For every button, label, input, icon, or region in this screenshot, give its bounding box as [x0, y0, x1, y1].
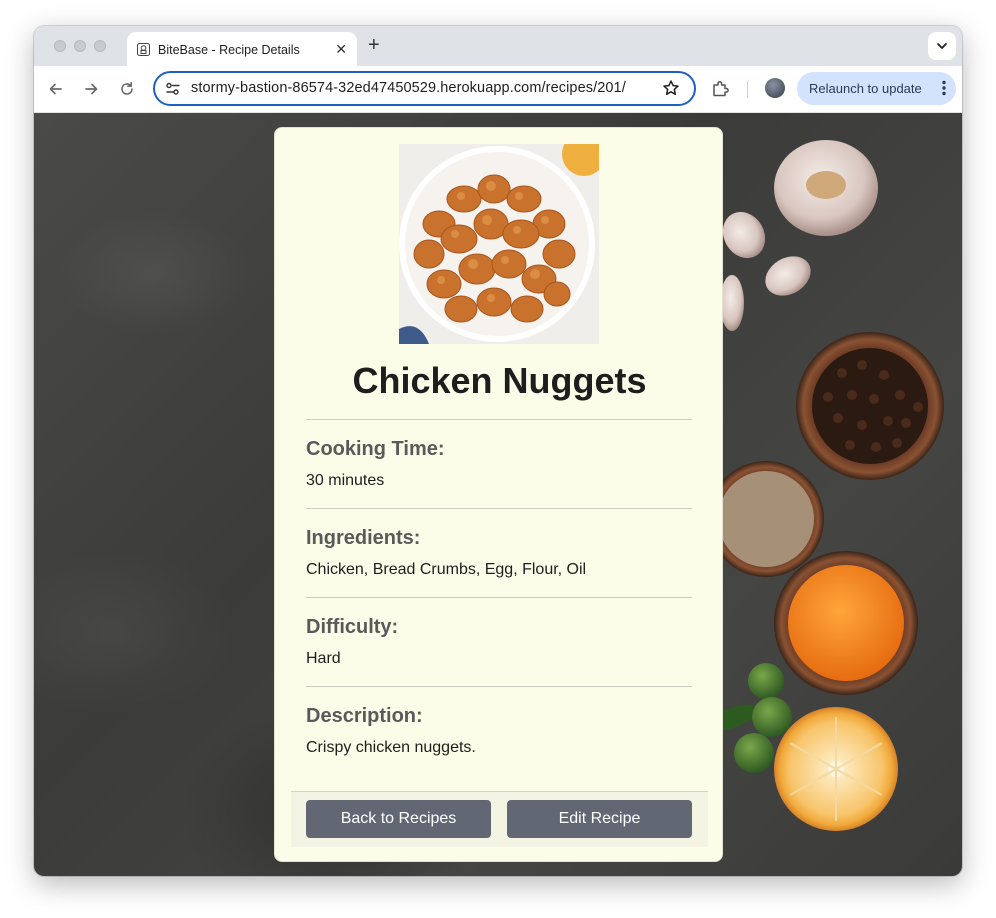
tab-search-button[interactable] [928, 32, 956, 60]
browser-window: BiteBase - Recipe Details ✕ + stormy-bas… [34, 26, 962, 876]
arrow-right-icon [85, 83, 98, 95]
back-nav-button[interactable] [46, 79, 66, 99]
cooking-time-heading: Cooking Time: [306, 438, 445, 460]
reload-button[interactable] [117, 79, 137, 99]
difficulty-section: Difficulty: Hard [306, 597, 692, 668]
description-heading: Description: [306, 705, 423, 727]
description-value: Crispy chicken nuggets. [306, 739, 476, 756]
url-text[interactable]: stormy-bastion-86574-32ed47450529.heroku… [191, 80, 626, 96]
address-bar[interactable]: stormy-bastion-86574-32ed47450529.heroku… [153, 71, 696, 106]
ingredients-section: Ingredients: Chicken, Bread Crumbs, Egg,… [306, 508, 692, 579]
new-tab-button[interactable]: + [368, 35, 380, 55]
page-content: Chicken Nuggets Cooking Time: 30 minutes… [34, 113, 962, 876]
reload-icon [121, 82, 133, 95]
ingredients-heading: Ingredients: [306, 527, 421, 549]
recipe-title: Chicken Nuggets [352, 360, 647, 401]
description-section: Description: Crispy chicken nuggets. [306, 686, 692, 757]
back-to-recipes-button[interactable]: Back to Recipes [306, 800, 491, 838]
cooking-time-section: Cooking Time: 30 minutes [306, 419, 692, 490]
forward-nav-button[interactable] [81, 79, 101, 99]
profile-avatar[interactable] [765, 78, 785, 98]
site-settings-icon[interactable] [165, 81, 181, 97]
relaunch-label: Relaunch to update [809, 81, 922, 96]
difficulty-heading: Difficulty: [306, 616, 399, 638]
bookmark-star-icon[interactable] [662, 79, 680, 97]
cooking-time-value: 30 minutes [306, 472, 385, 489]
ingredients-value: Chicken, Bread Crumbs, Egg, Flour, Oil [306, 561, 587, 578]
difficulty-value: Hard [306, 650, 341, 667]
recipe-card: Chicken Nuggets Cooking Time: 30 minutes… [274, 127, 723, 862]
relaunch-to-update-button[interactable]: Relaunch to update [797, 72, 956, 105]
zoom-window-button[interactable] [94, 40, 106, 52]
tab-recipe-details[interactable]: BiteBase - Recipe Details ✕ [127, 32, 357, 66]
close-window-button[interactable] [54, 40, 66, 52]
card-footer: Back to Recipes Edit Recipe [291, 791, 708, 847]
more-vertical-icon [942, 80, 946, 96]
recipe-photo [399, 144, 599, 344]
extensions-puzzle-icon[interactable] [710, 79, 730, 99]
minimize-window-button[interactable] [74, 40, 86, 52]
chef-favicon-icon [137, 43, 150, 56]
chevron-down-icon [937, 43, 947, 49]
toolbar-divider [747, 81, 748, 98]
browser-toolbar: stormy-bastion-86574-32ed47450529.heroku… [34, 66, 962, 113]
spices-background-image [722, 140, 944, 831]
tab-title: BiteBase - Recipe Details [158, 43, 300, 57]
tab-close-icon[interactable]: ✕ [335, 41, 347, 57]
chicken-nuggets-image [399, 144, 599, 344]
tab-strip: BiteBase - Recipe Details ✕ + [34, 26, 962, 66]
edit-recipe-button[interactable]: Edit Recipe [507, 800, 692, 838]
arrow-left-icon [49, 83, 62, 95]
